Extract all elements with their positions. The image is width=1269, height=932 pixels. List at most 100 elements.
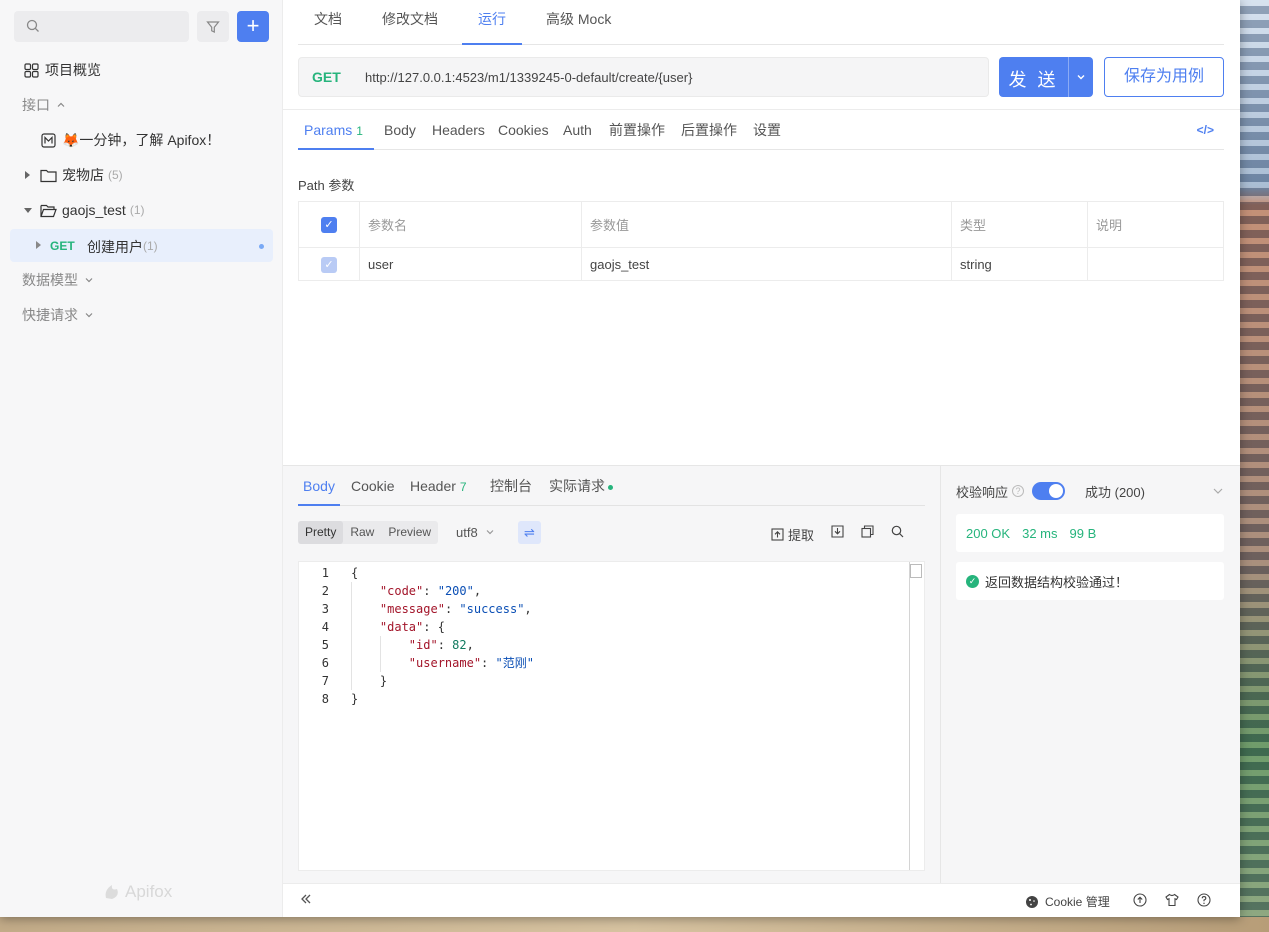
view-preview[interactable]: Preview — [381, 521, 438, 544]
top-tabs: 文档 修改文档 运行 高级 Mock — [298, 0, 1224, 45]
tab-response-header[interactable]: Header 7 — [410, 466, 467, 506]
tab-params[interactable]: Params 1 — [298, 111, 374, 150]
tab-auth[interactable]: Auth — [563, 111, 592, 150]
tab-post-ops[interactable]: 后置操作 — [681, 111, 737, 150]
desktop-background-bottom — [0, 917, 1269, 932]
extract-icon — [771, 528, 784, 541]
double-chevron-left-icon — [301, 894, 311, 904]
code-token: : — [423, 584, 438, 598]
tab-edit-doc[interactable]: 修改文档 — [382, 0, 438, 45]
line-number: 5 — [321, 638, 329, 652]
send-dropdown[interactable] — [1071, 65, 1091, 85]
method-select[interactable]: GET — [312, 69, 341, 85]
tab-headers[interactable]: Headers — [432, 111, 485, 150]
code-line: 7 } — [299, 672, 909, 690]
tab-settings[interactable]: 设置 — [753, 111, 781, 150]
caret-down-icon — [24, 207, 32, 213]
column-header: 说明 — [1087, 201, 1224, 248]
tab-doc[interactable]: 文档 — [314, 0, 342, 45]
select-all-cell: ✓ — [298, 201, 360, 248]
tab-response-body[interactable]: Body — [298, 466, 340, 506]
code-token: "code" — [379, 584, 424, 598]
sidebar-section-models[interactable]: 数据模型 — [0, 265, 283, 295]
response-code-editor[interactable]: 1{2 "code": "200", 3 "message": "success"… — [298, 561, 925, 871]
tab-cookies[interactable]: Cookies — [498, 111, 549, 150]
collapse-sidebar-button[interactable] — [299, 892, 313, 911]
tab-actual-request[interactable]: 实际请求 — [549, 466, 613, 506]
validation-panel: 校验响应 ? 成功 (200) 200 OK 32 ms 99 B ✓ 返回数据… — [940, 466, 1240, 884]
tab-advanced-mock[interactable]: 高级 Mock — [546, 0, 611, 45]
save-as-case-button[interactable]: 保存为用例 — [1104, 57, 1224, 97]
code-token: } — [351, 674, 388, 688]
scrollbar-track[interactable] — [909, 562, 910, 870]
line-number: 8 — [321, 692, 329, 706]
row-checkbox[interactable]: ✓ — [321, 256, 337, 273]
validation-message: 返回数据结构校验通过！ — [985, 574, 1129, 590]
help-icon[interactable]: ? — [1012, 485, 1025, 497]
tab-label: Header — [410, 478, 456, 494]
encoding-select[interactable]: utf8 — [456, 525, 495, 540]
sidebar-folder-petshop[interactable]: 宠物店 (5) — [0, 160, 283, 190]
select-all-checkbox[interactable]: ✓ — [321, 217, 337, 233]
folder-count: (1) — [129, 203, 145, 217]
response-tabs: Body Cookie Header 7 控制台 实际请求 — [298, 466, 925, 506]
line-content: "id": 82, — [351, 636, 474, 654]
cookie-manager-label: Cookie 管理 — [1045, 895, 1110, 909]
wrap-lines-button[interactable]: ⇌ — [518, 521, 541, 544]
scrollbar-thumb[interactable] — [910, 564, 922, 578]
section-title: 接口 — [22, 97, 50, 113]
line-content: "code": "200", — [351, 582, 481, 600]
add-button[interactable]: + — [237, 11, 269, 42]
url-text[interactable]: http://127.0.0.1:4523/m1/1339245-0-defau… — [365, 70, 692, 85]
code-token: "id" — [408, 638, 438, 652]
sidebar-item-create-user[interactable]: GET 创建用户 (1) — [10, 229, 273, 262]
view-raw[interactable]: Raw — [343, 521, 381, 544]
url-input[interactable]: GET http://127.0.0.1:4523/m1/1339245-0-d… — [298, 57, 989, 97]
table-row: ✓ user gaojs_test string — [298, 247, 1224, 281]
param-desc-cell[interactable] — [1087, 247, 1224, 281]
help-circle-icon[interactable] — [1197, 893, 1211, 907]
download-icon[interactable] — [831, 525, 844, 538]
filter-icon — [206, 20, 220, 33]
line-number: 4 — [321, 620, 329, 634]
code-token: "username" — [408, 656, 482, 670]
sidebar-section-quick[interactable]: 快捷请求 — [0, 300, 283, 330]
param-value-cell[interactable]: gaojs_test — [581, 247, 952, 281]
sidebar-item-label: 项目概览 — [45, 62, 101, 78]
upload-circle-icon[interactable] — [1133, 893, 1147, 907]
tab-response-cookie[interactable]: Cookie — [351, 466, 395, 506]
param-name-cell[interactable]: user — [359, 247, 582, 281]
extract-button[interactable]: 提取 — [771, 525, 814, 544]
encoding-value: utf8 — [456, 525, 478, 540]
search-icon[interactable] — [891, 525, 904, 538]
sidebar-item-label: 🦊一分钟，了解 Apifox！ — [62, 132, 221, 148]
search-input[interactable] — [14, 11, 189, 42]
code-token: } — [351, 692, 359, 706]
chevron-down-icon[interactable] — [1212, 485, 1224, 497]
code-line: 6 "username": "范刚" — [299, 654, 909, 672]
status-bar: Cookie 管理 — [283, 883, 1240, 917]
path-params-table: ✓ 参数名 参数值 类型 说明 ✓ user gaojs_test string — [298, 201, 1224, 281]
validate-toggle[interactable] — [1032, 482, 1066, 500]
sidebar-folder-gaojs[interactable]: gaojs_test (1) — [0, 195, 283, 225]
view-pretty[interactable]: Pretty — [298, 521, 344, 544]
tab-body[interactable]: Body — [384, 111, 416, 150]
tab-pre-ops[interactable]: 前置操作 — [609, 111, 665, 150]
copy-icon[interactable] — [861, 525, 874, 538]
sidebar-section-api[interactable]: 接口 — [0, 90, 283, 120]
param-type-cell[interactable]: string — [951, 247, 1088, 281]
validate-result[interactable]: 成功 (200) — [1085, 482, 1145, 501]
send-button[interactable]: 发 送 — [999, 57, 1093, 97]
response-body-panel: Body Cookie Header 7 控制台 实际请求 Pretty Raw … — [283, 466, 940, 884]
shirt-icon[interactable] — [1165, 893, 1179, 907]
sidebar-item-overview[interactable]: 项目概览 — [0, 55, 283, 85]
sidebar-item-intro[interactable]: 🦊一分钟，了解 Apifox！ — [0, 125, 283, 155]
chevron-down-icon — [85, 278, 93, 283]
cookie-manager-button[interactable]: Cookie 管理 — [1025, 893, 1110, 910]
tab-console[interactable]: 控制台 — [490, 466, 532, 506]
response-time: 32 ms — [1022, 525, 1058, 541]
code-snippet-icon[interactable]: </> — [1197, 123, 1214, 137]
tab-run[interactable]: 运行 — [462, 0, 522, 45]
filter-button[interactable] — [197, 11, 229, 42]
